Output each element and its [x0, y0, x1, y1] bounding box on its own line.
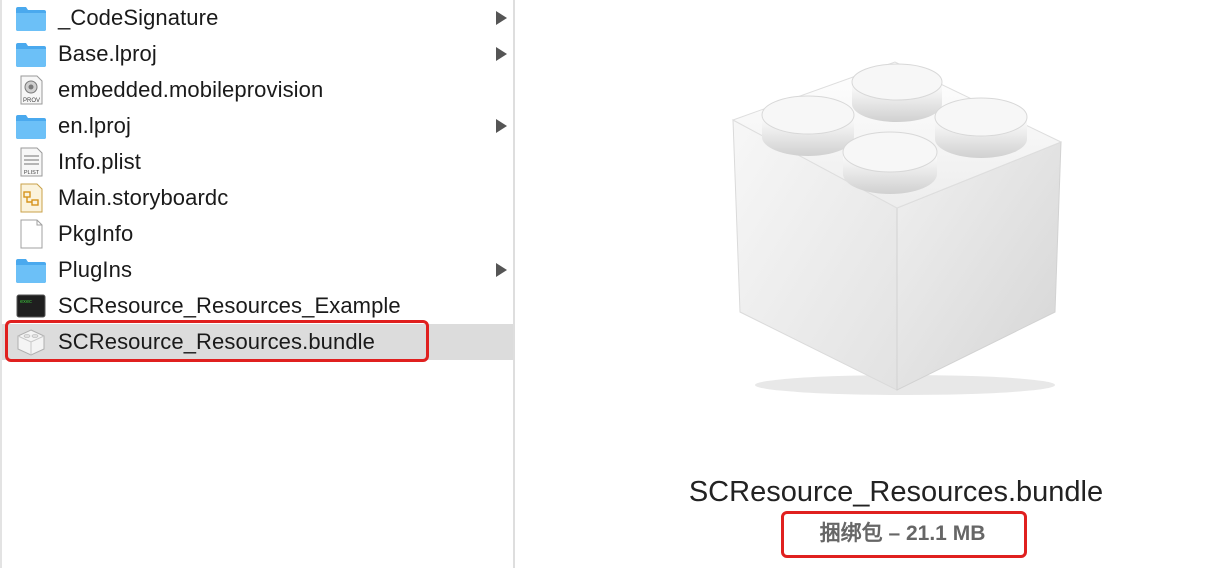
preview-pane: SCResource_Resources.bundle 捆绑包 – 21.1 M… — [515, 0, 1210, 568]
bundle-lego-brick-icon — [725, 50, 1085, 400]
svg-text:exec: exec — [20, 299, 32, 305]
disclosure-triangle-icon[interactable] — [496, 263, 507, 277]
file-name: SCResource_Resources_Example — [58, 293, 401, 318]
file-row-plugins[interactable]: PlugIns — [2, 252, 513, 288]
provisioning-profile-icon: PROV — [15, 75, 47, 105]
file-name: Main.storyboardc — [58, 185, 229, 210]
file-list: _CodeSignature Base.lproj PROV embedded.… — [2, 0, 513, 568]
file-row-main-storyboardc[interactable]: Main.storyboardc — [2, 180, 513, 216]
storyboard-icon — [15, 183, 47, 213]
plist-document-icon: PLIST — [15, 147, 47, 177]
file-name: _CodeSignature — [58, 5, 219, 30]
bundle-icon — [15, 327, 47, 357]
preview-file-name: SCResource_Resources.bundle — [688, 476, 1104, 508]
file-row-en-lproj[interactable]: en.lproj — [2, 108, 513, 144]
file-name: PlugIns — [58, 257, 133, 282]
disclosure-triangle-icon[interactable] — [496, 119, 507, 133]
folder-icon — [15, 39, 47, 69]
icon-caption: PLIST — [24, 170, 40, 176]
preview-file-info: 捆绑包 – 21.1 MB — [819, 522, 986, 545]
folder-icon — [15, 255, 47, 285]
terminal-executable-icon: exec — [15, 291, 47, 321]
file-row-pkginfo[interactable]: PkgInfo — [2, 216, 513, 252]
file-row-scresource-resources-example[interactable]: exec SCResource_Resources_Example — [2, 288, 513, 324]
file-name: en.lproj — [58, 113, 131, 138]
folder-icon — [15, 3, 47, 33]
icon-caption: PROV — [23, 98, 40, 104]
folder-icon — [15, 111, 47, 141]
file-row-embedded-mobileprovision[interactable]: PROV embedded.mobileprovision — [2, 72, 513, 108]
file-row-info-plist[interactable]: PLIST Info.plist — [2, 144, 513, 180]
file-row-scresource-resources-bundle[interactable]: SCResource_Resources.bundle — [2, 324, 513, 360]
file-name: PkgInfo — [58, 221, 134, 246]
file-name: SCResource_Resources.bundle — [58, 329, 375, 354]
file-name: embedded.mobileprovision — [58, 77, 324, 102]
disclosure-triangle-icon[interactable] — [496, 11, 507, 25]
file-row-base-lproj[interactable]: Base.lproj — [2, 36, 513, 72]
file-row-codesignature[interactable]: _CodeSignature — [2, 0, 513, 36]
file-name: Info.plist — [58, 149, 141, 174]
blank-document-icon — [15, 219, 47, 249]
disclosure-triangle-icon[interactable] — [496, 47, 507, 61]
file-name: Base.lproj — [58, 41, 157, 66]
